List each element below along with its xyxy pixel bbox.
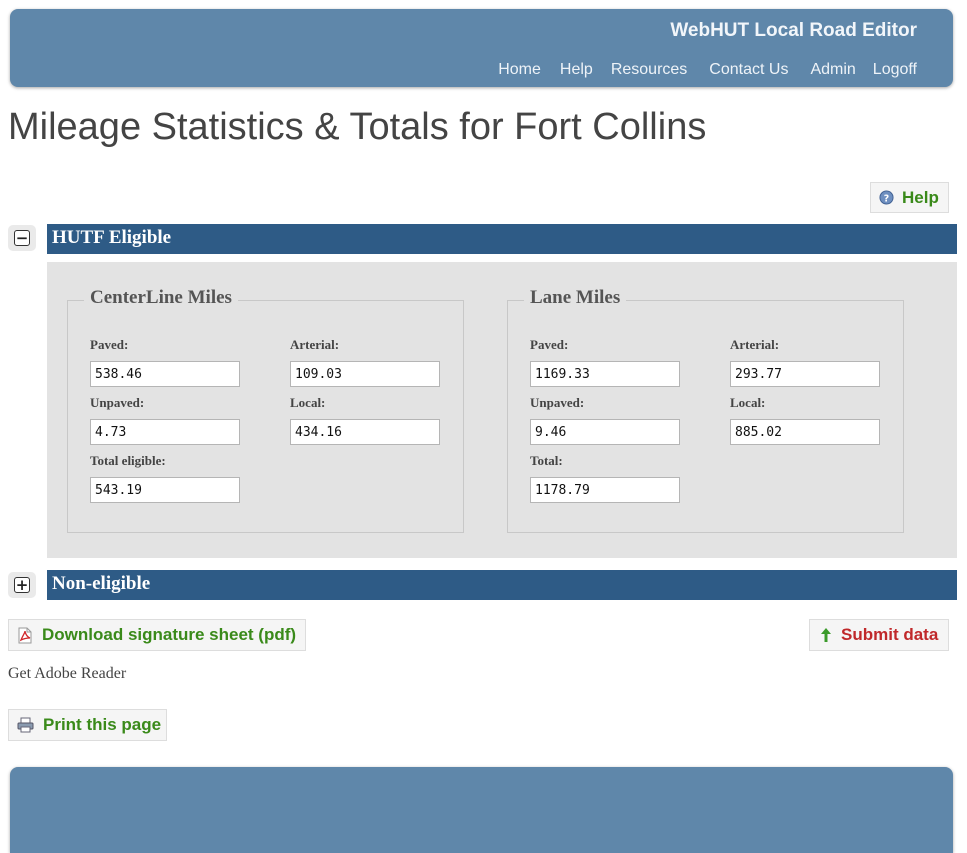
centerline-paved-input[interactable] <box>90 361 240 387</box>
centerline-arterial-label: Arterial: <box>290 337 340 352</box>
eligible-panel: CenterLine Miles Paved: Arterial: Unpave… <box>47 262 957 558</box>
lane-unpaved-label: Unpaved: <box>530 395 585 410</box>
plus-box-icon: + <box>14 575 30 594</box>
centerline-unpaved-label: Unpaved: <box>90 395 145 410</box>
nav-home[interactable]: Home <box>498 61 541 79</box>
centerline-paved-label: Paved: <box>90 337 129 352</box>
nav-resources[interactable]: Resources <box>611 61 687 79</box>
arrow-up-icon <box>820 627 832 643</box>
svg-text:?: ? <box>884 193 889 204</box>
main-nav: Home Help Resources Contact Us Admin Log… <box>498 61 917 79</box>
lane-legend: Lane Miles <box>524 287 627 309</box>
submit-data-button[interactable]: Submit data <box>809 619 949 651</box>
site-header: WebHUT Local Road Editor Home Help Resou… <box>10 9 953 87</box>
centerline-total-label: Total eligible: <box>90 453 166 468</box>
nav-logoff[interactable]: Logoff <box>873 61 917 79</box>
lane-paved-input[interactable] <box>530 361 680 387</box>
lane-total-label: Total: <box>530 453 563 468</box>
centerline-legend: CenterLine Miles <box>84 287 238 309</box>
nav-contact-us[interactable]: Contact Us <box>709 61 788 79</box>
section-header-eligible[interactable]: HUTF Eligible <box>47 224 957 254</box>
site-footer <box>10 767 953 853</box>
expand-non-eligible-toggle[interactable]: + <box>8 572 36 598</box>
lane-local-label: Local: <box>730 395 766 410</box>
collapse-eligible-toggle[interactable]: − <box>8 225 36 251</box>
section-header-non-eligible[interactable]: Non-eligible <box>47 570 957 600</box>
centerline-local-label: Local: <box>290 395 326 410</box>
print-page-label: Print this page <box>43 715 162 734</box>
lane-miles-group: Lane Miles Paved: Arterial: Unpaved: Loc… <box>507 287 904 533</box>
app-title: WebHUT Local Road Editor <box>670 20 917 41</box>
lane-unpaved-input[interactable] <box>530 419 680 445</box>
lane-arterial-label: Arterial: <box>730 337 780 352</box>
help-circle-icon: ? <box>879 190 894 205</box>
centerline-unpaved-input[interactable] <box>90 419 240 445</box>
help-button-label: Help <box>902 187 939 207</box>
get-adobe-reader-link[interactable]: Get Adobe Reader <box>8 665 126 683</box>
printer-icon <box>17 717 34 733</box>
download-signature-sheet-label: Download signature sheet (pdf) <box>42 625 297 644</box>
print-page-button[interactable]: Print this page <box>8 709 167 741</box>
download-signature-sheet-button[interactable]: Download signature sheet (pdf) <box>8 619 306 651</box>
help-button[interactable]: ? Help <box>870 182 949 213</box>
pdf-icon <box>17 627 33 644</box>
centerline-local-input[interactable] <box>290 419 440 445</box>
minus-box-icon: − <box>14 228 30 247</box>
page-title: Mileage Statistics & Totals for Fort Col… <box>8 106 707 148</box>
lane-paved-label: Paved: <box>530 337 569 352</box>
lane-arterial-input[interactable] <box>730 361 880 387</box>
nav-admin[interactable]: Admin <box>810 61 855 79</box>
submit-data-label: Submit data <box>841 625 939 644</box>
centerline-total-input[interactable] <box>90 477 240 503</box>
nav-help[interactable]: Help <box>560 61 593 79</box>
centerline-arterial-input[interactable] <box>290 361 440 387</box>
centerline-miles-group: CenterLine Miles Paved: Arterial: Unpave… <box>67 287 464 533</box>
lane-total-input[interactable] <box>530 477 680 503</box>
lane-local-input[interactable] <box>730 419 880 445</box>
